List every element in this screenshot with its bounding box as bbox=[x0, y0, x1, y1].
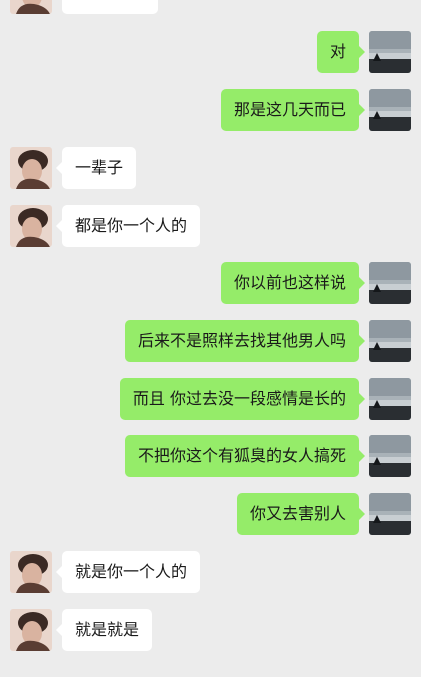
chat-message-list[interactable]: 对 那是这几天而已 一辈子 都是你一个人的 你以前也这样说 后来不是照样去找其他… bbox=[0, 0, 421, 677]
message-row bbox=[0, 0, 421, 16]
contact-avatar[interactable] bbox=[10, 551, 52, 593]
message-bubble-received[interactable]: 就是你一个人的 bbox=[55, 551, 201, 593]
my-avatar[interactable] bbox=[369, 435, 411, 477]
message-bubble-sent[interactable]: 不把你这个有狐臭的女人搞死 bbox=[124, 435, 366, 477]
my-avatar[interactable] bbox=[369, 262, 411, 304]
message-bubble-sent[interactable]: 对 bbox=[316, 31, 366, 73]
my-avatar[interactable] bbox=[369, 89, 411, 131]
my-avatar[interactable] bbox=[369, 31, 411, 73]
my-avatar[interactable] bbox=[369, 320, 411, 362]
my-avatar[interactable] bbox=[369, 493, 411, 535]
message-row: 不把你这个有狐臭的女人搞死 bbox=[0, 435, 421, 479]
message-row: 就是你一个人的 bbox=[0, 551, 421, 595]
message-row: 你以前也这样说 bbox=[0, 262, 421, 306]
message-row: 你又去害别人 bbox=[0, 493, 421, 537]
message-bubble-received[interactable]: 都是你一个人的 bbox=[55, 205, 201, 247]
contact-avatar[interactable] bbox=[10, 205, 52, 247]
message-bubble-received[interactable]: 就是就是 bbox=[55, 609, 153, 651]
message-row: 对 bbox=[0, 31, 421, 75]
message-row: 一辈子 bbox=[0, 147, 421, 191]
contact-avatar[interactable] bbox=[10, 147, 52, 189]
message-bubble-sent[interactable]: 你以前也这样说 bbox=[220, 262, 366, 304]
message-row: 后来不是照样去找其他男人吗 bbox=[0, 320, 421, 364]
message-bubble-received[interactable] bbox=[62, 0, 158, 14]
message-bubble-sent[interactable]: 后来不是照样去找其他男人吗 bbox=[124, 320, 366, 362]
message-bubble-sent[interactable]: 而且 你过去没一段感情是长的 bbox=[119, 378, 366, 420]
message-row: 就是就是 bbox=[0, 609, 421, 653]
contact-avatar[interactable] bbox=[10, 609, 52, 651]
message-row: 而且 你过去没一段感情是长的 bbox=[0, 378, 421, 422]
message-row: 都是你一个人的 bbox=[0, 205, 421, 249]
message-row: 那是这几天而已 bbox=[0, 89, 421, 133]
my-avatar[interactable] bbox=[369, 378, 411, 420]
message-bubble-sent[interactable]: 那是这几天而已 bbox=[220, 89, 366, 131]
message-bubble-sent[interactable]: 你又去害别人 bbox=[236, 493, 366, 535]
contact-avatar[interactable] bbox=[10, 0, 52, 14]
message-bubble-received[interactable]: 一辈子 bbox=[55, 147, 137, 189]
